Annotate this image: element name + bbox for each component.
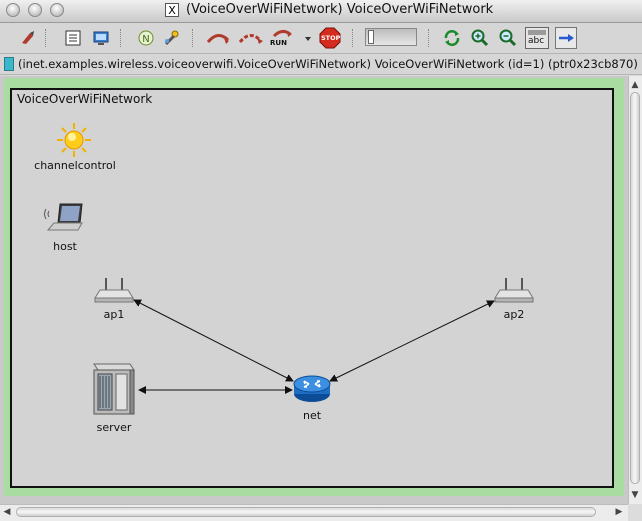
svg-text:N: N <box>142 34 149 45</box>
object-color-swatch <box>4 57 14 71</box>
run-label: RUN <box>270 39 287 47</box>
x11-icon: X <box>165 3 179 17</box>
zoom-out-icon[interactable] <box>498 28 518 48</box>
object-tree-icon[interactable] <box>63 28 83 48</box>
scroll-left-icon[interactable]: ◀ <box>0 504 14 521</box>
node-server[interactable] <box>90 362 138 416</box>
server-icon <box>93 363 135 415</box>
scroll-up-icon[interactable]: ▲ <box>628 78 642 92</box>
run-icon[interactable] <box>206 28 230 48</box>
zoom-window-button[interactable] <box>50 3 64 17</box>
access-point-icon <box>494 278 534 303</box>
vertical-scroll-thumb[interactable] <box>630 92 640 484</box>
node-label-host: host <box>53 240 77 253</box>
new-network-icon[interactable]: N <box>136 28 156 48</box>
node-ap2[interactable] <box>494 276 534 304</box>
window-title: (VoiceOverWiFiNetwork) VoiceOverWiFiNetw… <box>186 2 494 17</box>
stop-icon[interactable]: STOP <box>319 27 341 49</box>
zoom-in-icon[interactable] <box>470 28 490 48</box>
animation-speed-slider[interactable] <box>365 28 417 46</box>
access-point-icon <box>94 278 134 303</box>
node-label-net: net <box>302 409 322 422</box>
module-output-icon[interactable] <box>91 28 111 48</box>
refresh-icon[interactable] <box>442 28 462 48</box>
resize-grip[interactable] <box>628 504 642 521</box>
node-label-ap1: ap1 <box>103 308 125 321</box>
minimize-window-button[interactable] <box>28 3 42 17</box>
step-icon[interactable] <box>18 28 38 48</box>
node-channelcontrol[interactable] <box>56 122 92 158</box>
labels-icon[interactable]: abc <box>525 27 549 49</box>
stop-label: STOP <box>321 34 341 42</box>
object-info-text: (inet.examples.wireless.voiceoverwifi.Vo… <box>18 57 638 71</box>
info-bar: (inet.examples.wireless.voiceoverwifi.Vo… <box>0 54 642 75</box>
express-run-icon[interactable]: RUN <box>268 28 296 48</box>
node-label-server: server <box>96 421 132 434</box>
node-label-ap2: ap2 <box>503 308 525 321</box>
horizontal-scroll-thumb[interactable] <box>16 507 596 517</box>
node-host[interactable] <box>42 201 86 233</box>
window-titlebar: X (VoiceOverWiFiNetwork) VoiceOverWiFiNe… <box>0 0 642 23</box>
configure-icon[interactable] <box>162 28 182 48</box>
fast-run-icon[interactable] <box>238 28 263 48</box>
arrow-right-icon[interactable] <box>555 27 577 49</box>
toolbar: N RUN STOP abc <box>0 23 642 54</box>
network-name-label: VoiceOverWiFiNetwork <box>17 92 153 106</box>
router-icon <box>293 375 331 402</box>
node-label-channelcontrol: channelcontrol <box>34 159 116 172</box>
node-net[interactable] <box>292 372 332 404</box>
node-ap1[interactable] <box>94 276 134 304</box>
laptop-icon <box>44 203 83 231</box>
scroll-right-icon[interactable]: ▶ <box>612 504 626 521</box>
labels-button-text: abc <box>528 36 545 46</box>
sun-icon <box>57 123 91 157</box>
slider-thumb[interactable] <box>368 30 374 44</box>
run-mode-dropdown[interactable] <box>304 28 314 48</box>
close-window-button[interactable] <box>6 3 20 17</box>
scroll-down-icon[interactable]: ▼ <box>628 488 642 502</box>
